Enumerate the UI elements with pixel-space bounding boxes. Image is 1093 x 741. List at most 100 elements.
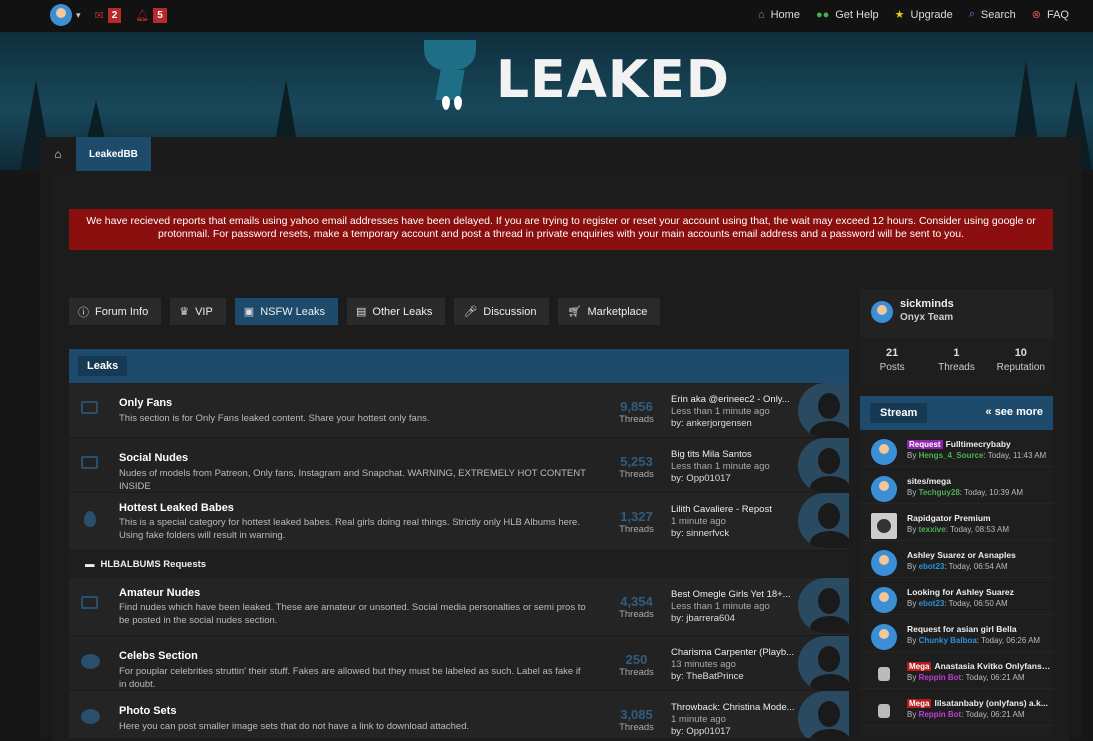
tab-nsfw-leaks[interactable]: ▣ NSFW Leaks bbox=[234, 298, 338, 325]
forum-title[interactable]: Only Fans bbox=[119, 397, 172, 409]
stream-item[interactable]: Request Fulltimecrybaby By Hengs_4_Source:… bbox=[860, 430, 1053, 467]
forum-title[interactable]: Amateur Nudes bbox=[119, 587, 200, 599]
last-post-author[interactable]: by: Opp01017 bbox=[671, 726, 796, 738]
avatar[interactable] bbox=[871, 476, 897, 502]
last-post-author[interactable]: by: sinnerfvck bbox=[671, 528, 796, 540]
stream-item-meta: By texxive: Today, 08:53 AM bbox=[907, 525, 1051, 534]
stream-item-time: : Today, 11:43 AM bbox=[983, 451, 1047, 460]
stream-item[interactable]: Looking for Ashley Suarez By ebot23: Toda… bbox=[860, 578, 1053, 615]
forum-row[interactable]: Amateur Nudes Find nudes which have been… bbox=[69, 578, 849, 636]
stream-item-title[interactable]: Request Fulltimecrybaby bbox=[907, 439, 1051, 449]
last-post-author[interactable]: by: jbarrera604 bbox=[671, 613, 796, 625]
nav-upgrade[interactable]: ★ Upgrade bbox=[895, 8, 953, 22]
forum-row[interactable]: Social Nudes Nudes of models from Patreo… bbox=[69, 438, 849, 493]
forum-title[interactable]: Hottest Leaked Babes bbox=[119, 502, 234, 514]
stat-posts[interactable]: 21 Posts bbox=[860, 338, 924, 384]
stream-item-title[interactable]: Request for asian girl Bella bbox=[907, 624, 1051, 634]
thread-label: Threads bbox=[619, 722, 654, 733]
profile-username[interactable]: sickminds bbox=[900, 298, 954, 310]
chat-icon bbox=[81, 709, 100, 724]
stream-item-meta: By Reppin Bot: Today, 06:21 AM bbox=[907, 710, 1051, 719]
stream-item-title[interactable]: Looking for Ashley Suarez bbox=[907, 587, 1051, 597]
stream-item[interactable]: Rapidgator Premium By texxive: Today, 08:… bbox=[860, 504, 1053, 541]
user-avatar[interactable] bbox=[50, 4, 72, 26]
stream-item-title[interactable]: Mega lilsatanbaby (onlyfans) a.k... bbox=[907, 698, 1051, 708]
stream-item[interactable]: Ashley Suarez or Asnaples By ebot23: Toda… bbox=[860, 541, 1053, 578]
forum-description: Nudes of models from Patreon, Only fans,… bbox=[119, 468, 586, 492]
last-post-title[interactable]: Best Omegle Girls Yet 18+... bbox=[671, 589, 796, 601]
profile-avatar[interactable] bbox=[871, 301, 893, 323]
avatar[interactable] bbox=[871, 439, 897, 465]
forum-row[interactable]: Hottest Leaked Babes This is a special c… bbox=[69, 493, 849, 551]
nav-faq[interactable]: ⊗ FAQ bbox=[1032, 8, 1069, 22]
stream-item-author[interactable]: Reppin Bot bbox=[919, 710, 962, 719]
stream-item[interactable]: Mega lilsatanbaby (onlyfans) a.k... By Rep… bbox=[860, 689, 1053, 726]
stream-item-title[interactable]: Mega Anastasia Kvitko Onlyfans -... bbox=[907, 661, 1051, 671]
last-post-author[interactable]: by: Opp01017 bbox=[671, 473, 796, 485]
forum-title[interactable]: Celebs Section bbox=[119, 650, 198, 662]
stream-item-author[interactable]: Reppin Bot bbox=[919, 673, 962, 682]
avatar[interactable] bbox=[871, 513, 897, 539]
last-post-title[interactable]: Erin aka @erineec2 - Only... bbox=[671, 394, 796, 406]
home-icon[interactable]: ⌂ bbox=[40, 137, 76, 171]
forum-title[interactable]: Social Nudes bbox=[119, 452, 188, 464]
stream-item[interactable]: Request for asian girl Bella By Chunky Ba… bbox=[860, 615, 1053, 652]
forum-row[interactable]: Celebs Section For pouplar celebrities s… bbox=[69, 636, 849, 691]
tab-other-leaks[interactable]: ▤ Other Leaks bbox=[347, 298, 446, 325]
messages-notification[interactable]: ✉ 2 bbox=[95, 7, 122, 23]
stat-reputation[interactable]: 10 Reputation bbox=[989, 338, 1053, 384]
forum-row[interactable]: Photo Sets Here you can post smaller ima… bbox=[69, 691, 849, 738]
stat-threads[interactable]: 1 Threads bbox=[924, 338, 988, 384]
avatar[interactable] bbox=[798, 636, 849, 691]
nav-search[interactable]: ⌕ Search bbox=[969, 8, 1016, 21]
last-post-title[interactable]: Charisma Carpenter (Playb... bbox=[671, 647, 796, 659]
last-post-title[interactable]: Lilith Cavaliere - Repost bbox=[671, 504, 796, 516]
nav-get-help[interactable]: ●● Get Help bbox=[816, 8, 879, 21]
stream-item-author[interactable]: Chunky Balboa bbox=[919, 636, 977, 645]
stream-item-title[interactable]: Rapidgator Premium bbox=[907, 513, 1051, 523]
last-post-title[interactable]: Big tits Mila Santos bbox=[671, 449, 796, 461]
leaks-title[interactable]: Leaks bbox=[78, 356, 128, 376]
see-more-link[interactable]: « see more bbox=[986, 406, 1043, 418]
stream-item[interactable]: Mega Anastasia Kvitko Onlyfans -... By Rep… bbox=[860, 652, 1053, 689]
forum-title[interactable]: Photo Sets bbox=[119, 705, 176, 717]
avatar[interactable] bbox=[798, 578, 849, 633]
stream-item[interactable]: sites/mega By Techguy28: Today, 10:39 AM bbox=[860, 467, 1053, 504]
chevron-down-icon[interactable]: ▾ bbox=[76, 10, 81, 21]
stream-item-time: : Today, 06:26 AM bbox=[976, 636, 1041, 645]
avatar[interactable] bbox=[798, 691, 849, 738]
forum-description: This is a special category for hottest l… bbox=[119, 517, 580, 541]
avatar[interactable] bbox=[871, 698, 897, 724]
alerts-notification[interactable]: 🔔︎ 5 bbox=[135, 7, 167, 23]
stream-item-title[interactable]: Ashley Suarez or Asnaples bbox=[907, 550, 1051, 560]
last-post-title[interactable]: Throwback: Christina Mode... bbox=[671, 702, 796, 714]
subforum-link[interactable]: ▬ HLBALBUMS Requests bbox=[69, 551, 849, 578]
last-post: Charisma Carpenter (Playb... 13 minutes … bbox=[671, 647, 796, 683]
nav-home[interactable]: ⌂ Home bbox=[758, 8, 800, 21]
avatar[interactable] bbox=[798, 383, 849, 438]
last-post-author[interactable]: by: ankerjorgensen bbox=[671, 418, 796, 430]
tab-marketplace[interactable]: 🛒︎ Marketplace bbox=[558, 298, 661, 325]
avatar[interactable] bbox=[871, 661, 897, 687]
tab-vip[interactable]: ♛ VIP bbox=[170, 298, 226, 325]
stream-item-title[interactable]: sites/mega bbox=[907, 476, 1051, 486]
avatar[interactable] bbox=[871, 587, 897, 613]
stream-item-meta: By ebot23: Today, 06:54 AM bbox=[907, 562, 1051, 571]
stream-item-author[interactable]: Techguy28 bbox=[919, 488, 960, 497]
site-logo[interactable]: LEAKED bbox=[420, 40, 730, 120]
avatar[interactable] bbox=[871, 550, 897, 576]
breadcrumb-leakedbb[interactable]: LeakedBB bbox=[76, 137, 151, 171]
stream-list: Request Fulltimecrybaby By Hengs_4_Source:… bbox=[860, 430, 1053, 736]
avatar[interactable] bbox=[871, 624, 897, 650]
stream-item-time: : Today, 10:39 AM bbox=[959, 488, 1024, 497]
avatar[interactable] bbox=[798, 438, 849, 493]
forum-row[interactable]: Only Fans This section is for Only Fans … bbox=[69, 383, 849, 438]
stream-item-author[interactable]: Hengs_4_Source bbox=[919, 451, 984, 460]
stream-item-author[interactable]: ebot23 bbox=[919, 599, 945, 608]
stream-item-author[interactable]: texxive bbox=[919, 525, 946, 534]
tab-discussion[interactable]: 🎤︎ Discussion bbox=[454, 298, 550, 325]
stream-item-author[interactable]: ebot23 bbox=[919, 562, 945, 571]
avatar[interactable] bbox=[798, 493, 849, 548]
tab-forum-info[interactable]: ⓘ Forum Info bbox=[69, 298, 162, 325]
last-post-author[interactable]: by: TheBatPrince bbox=[671, 671, 796, 683]
